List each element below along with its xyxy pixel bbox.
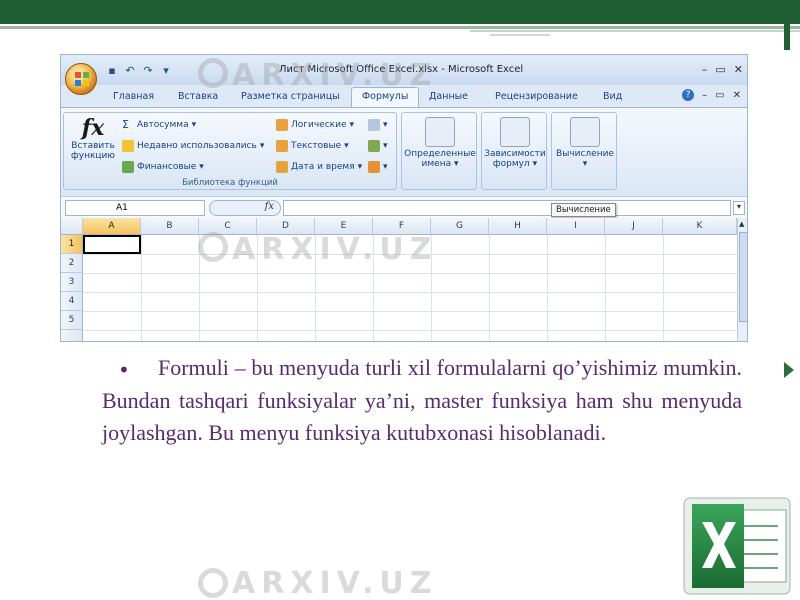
insert-function-button[interactable]: fx Вставить функцию (68, 115, 118, 161)
excel-window: ▪ ↶ ↷ ▾ Лист Microsoft Office Excel.xlsx… (60, 54, 748, 342)
ribbon-restore-icon[interactable]: ▭ (715, 90, 724, 101)
book-icon (276, 140, 288, 152)
gridline (489, 235, 490, 341)
excel-logo-icon (683, 497, 791, 595)
gridline (83, 273, 737, 274)
gridline (141, 235, 142, 341)
scroll-up-icon[interactable]: ▲ (739, 220, 744, 228)
math-button[interactable]: ▾ (368, 140, 388, 152)
function-library-label: Библиотека функций (182, 178, 278, 188)
gridline (663, 235, 664, 341)
redo-icon[interactable]: ↷ (141, 64, 155, 78)
slide-top-band (0, 0, 800, 24)
calculation-tooltip: Вычисление (551, 203, 616, 217)
customize-qat-icon[interactable]: ▾ (159, 64, 173, 78)
column-header[interactable]: K (663, 218, 737, 235)
body-paragraph: Formuli – bu menyuda turli xil formulala… (102, 355, 742, 445)
more-functions-button[interactable]: ▾ (368, 161, 388, 173)
column-header[interactable]: I (547, 218, 605, 235)
ribbon-minimize-icon[interactable]: – (702, 90, 707, 101)
lookup-icon (368, 119, 380, 131)
select-all-corner[interactable] (61, 218, 83, 235)
formula-bar: A1 fx Вычисление ▾ (61, 196, 747, 218)
row-header[interactable]: 3 (61, 273, 83, 292)
gridline (83, 330, 737, 331)
recently-used-button[interactable]: Недавно использовались ▾ (122, 140, 264, 152)
ribbon: fx Вставить функцию Σ Автосумма ▾ Недавно… (61, 107, 747, 195)
function-library-group: fx Вставить функцию Σ Автосумма ▾ Недавно… (63, 112, 397, 190)
row-header-partial[interactable] (61, 330, 83, 341)
date-time-button[interactable]: Дата и время ▾ (276, 161, 362, 173)
close-icon[interactable]: ✕ (734, 63, 743, 76)
ribbon-help-controls: ? – ▭ ✕ (682, 89, 741, 101)
column-header[interactable]: J (605, 218, 663, 235)
undo-icon[interactable]: ↶ (123, 64, 137, 78)
formula-auditing-group[interactable]: Зависимости формул ▾ (481, 112, 547, 190)
star-icon (122, 140, 134, 152)
slide-top-stripes (0, 24, 800, 38)
coin-icon (122, 161, 134, 173)
row-header[interactable]: 1 (61, 235, 83, 254)
gridline (83, 311, 737, 312)
row-header[interactable]: 2 (61, 254, 83, 273)
watermark-text: ARXIV.UZ (232, 566, 438, 600)
calculator-icon (570, 117, 600, 147)
column-header[interactable]: G (431, 218, 489, 235)
sigma-icon: Σ (122, 118, 129, 131)
vertical-scrollbar[interactable]: ▲ (737, 218, 747, 341)
name-manager-icon (425, 117, 455, 147)
formula-input[interactable] (283, 200, 731, 216)
slide-right-bar (784, 22, 790, 50)
name-box[interactable]: A1 (65, 200, 205, 216)
tab-view[interactable]: Вид (603, 91, 622, 102)
logical-button[interactable]: Логические ▾ (276, 119, 354, 131)
window-controls: – ▭ ✕ (702, 63, 743, 76)
column-header[interactable]: A (83, 218, 141, 235)
financial-button[interactable]: Финансовые ▾ (122, 161, 204, 173)
calculation-group[interactable]: Вычисление ▾ (551, 112, 617, 190)
lookup-button[interactable]: ▾ (368, 119, 388, 131)
active-cell-a1[interactable] (83, 235, 141, 254)
minimize-icon[interactable]: – (702, 63, 708, 76)
maximize-icon[interactable]: ▭ (715, 63, 725, 76)
watermark-ring-icon (198, 232, 228, 262)
text-button[interactable]: Текстовые ▾ (276, 140, 349, 152)
column-header[interactable]: B (141, 218, 199, 235)
gridline (547, 235, 548, 341)
book-icon (276, 161, 288, 173)
column-header[interactable]: H (489, 218, 547, 235)
gridline (83, 292, 737, 293)
quick-access-toolbar: ▪ ↶ ↷ ▾ (105, 63, 173, 79)
tab-review[interactable]: Рецензирование (495, 91, 578, 102)
tab-home[interactable]: Главная (113, 91, 154, 102)
defined-names-group[interactable]: Определенные имена ▾ (401, 112, 477, 190)
watermark-text: ARXIV.UZ (232, 58, 438, 93)
row-header[interactable]: 4 (61, 292, 83, 311)
scrollbar-thumb[interactable] (739, 232, 747, 322)
tab-insert[interactable]: Вставка (178, 91, 218, 102)
watermark-ring-icon (198, 58, 228, 88)
autosum-button[interactable]: Σ Автосумма ▾ (122, 119, 196, 131)
book-icon (276, 119, 288, 131)
next-slide-arrow-icon[interactable] (784, 362, 794, 378)
expand-formula-bar-icon[interactable]: ▾ (733, 201, 745, 215)
watermark-text: ARXIV.UZ (232, 232, 438, 267)
row-header[interactable]: 5 (61, 311, 83, 330)
fx-icon: fx (81, 115, 105, 141)
math-icon (368, 140, 380, 152)
gridline (605, 235, 606, 341)
insert-function-fx-icon[interactable]: fx (209, 200, 281, 216)
more-functions-icon (368, 161, 380, 173)
help-icon[interactable]: ? (682, 89, 695, 101)
formula-auditing-icon (500, 117, 530, 147)
save-icon[interactable]: ▪ (105, 64, 119, 78)
watermark-ring-icon (198, 568, 228, 598)
ribbon-close-icon[interactable]: ✕ (733, 90, 741, 101)
